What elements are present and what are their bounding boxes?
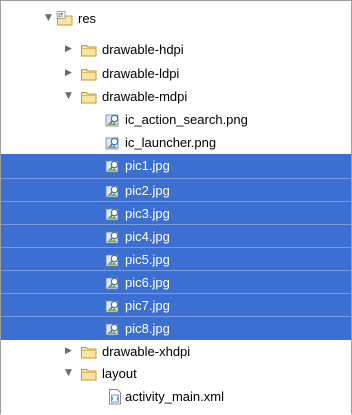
tree-item-res[interactable]: ▼ res — [1, 7, 351, 31]
tree-item-ic-launcher[interactable]: ic_launcher.png — [1, 131, 351, 155]
tree-item-label: drawable-ldpi — [102, 66, 180, 81]
image-file-icon — [104, 275, 122, 291]
image-file-icon — [104, 183, 122, 199]
image-file-icon — [104, 112, 122, 128]
triangle-right-icon[interactable]: ▶ — [63, 346, 74, 357]
project-explorer-tree: ▼ res ▶ drawable-hdpi ▶ drawable-ldpi ▼ … — [0, 0, 352, 414]
tree-item-label: pic2.jpg — [125, 183, 170, 198]
tree-item-label: drawable-xhdpi — [102, 344, 191, 359]
tree-item-drawable-mdpi[interactable]: ▼ drawable-mdpi — [1, 85, 351, 109]
folder-icon — [80, 89, 98, 105]
tree-item-layout[interactable]: ▼ layout — [1, 362, 351, 386]
triangle-down-icon[interactable]: ▼ — [43, 13, 54, 24]
tree-item-partial[interactable]: ▶ — [1, 408, 351, 414]
tree-item-label: pic5.jpg — [125, 252, 170, 267]
tree-item-label: drawable-hdpi — [102, 42, 184, 57]
tree-item-label: ic_launcher.png — [125, 135, 217, 150]
triangle-right-icon[interactable]: ▶ — [63, 44, 74, 55]
image-file-icon — [104, 158, 122, 174]
folder-icon — [80, 344, 98, 360]
folder-icon — [80, 412, 98, 414]
tree-item-pic7[interactable]: pic7.jpg — [1, 293, 351, 317]
tree-item-pic1[interactable]: pic1.jpg — [1, 154, 351, 178]
image-file-icon — [104, 135, 122, 151]
tree-item-label: drawable-mdpi — [102, 89, 188, 104]
tree-item-label: pic6.jpg — [125, 275, 170, 290]
tree-item-label: res — [78, 11, 97, 26]
resource-folder-icon — [56, 11, 74, 27]
tree-item-pic4[interactable]: pic4.jpg — [1, 224, 351, 248]
tree-item-label: pic1.jpg — [125, 158, 170, 173]
tree-item-drawable-hdpi[interactable]: ▶ drawable-hdpi — [1, 38, 351, 62]
image-file-icon — [104, 252, 122, 268]
folder-icon — [80, 42, 98, 58]
tree-item-label: pic8.jpg — [125, 321, 170, 336]
tree-item-label: pic7.jpg — [125, 298, 170, 313]
tree-item-drawable-ldpi[interactable]: ▶ drawable-ldpi — [1, 62, 351, 86]
tree-item-pic2[interactable]: pic2.jpg — [1, 178, 351, 202]
image-file-icon — [104, 321, 122, 337]
tree-item-label: pic4.jpg — [125, 229, 170, 244]
tree-item-label: pic3.jpg — [125, 206, 170, 221]
tree-item-drawable-xhdpi[interactable]: ▶ drawable-xhdpi — [1, 340, 351, 364]
folder-icon — [80, 366, 98, 382]
tree-item-label: activity_main.xml — [125, 389, 224, 404]
tree-item-label: layout — [102, 366, 137, 381]
folder-icon — [80, 66, 98, 82]
tree-item-activity-main-xml[interactable]: activity_main.xml — [1, 385, 351, 409]
tree-item-pic6[interactable]: pic6.jpg — [1, 270, 351, 294]
tree-item-label: ic_action_search.png — [125, 112, 248, 127]
tree-item-pic3[interactable]: pic3.jpg — [1, 201, 351, 225]
image-file-icon — [104, 229, 122, 245]
xml-file-icon — [106, 389, 124, 405]
triangle-down-icon[interactable]: ▼ — [63, 368, 74, 379]
tree-item-pic5[interactable]: pic5.jpg — [1, 247, 351, 271]
tree-item-pic8[interactable]: pic8.jpg — [1, 316, 351, 340]
triangle-down-icon[interactable]: ▼ — [63, 91, 74, 102]
triangle-right-icon[interactable]: ▶ — [63, 68, 74, 79]
image-file-icon — [104, 206, 122, 222]
tree-item-ic-action-search[interactable]: ic_action_search.png — [1, 108, 351, 132]
image-file-icon — [104, 298, 122, 314]
